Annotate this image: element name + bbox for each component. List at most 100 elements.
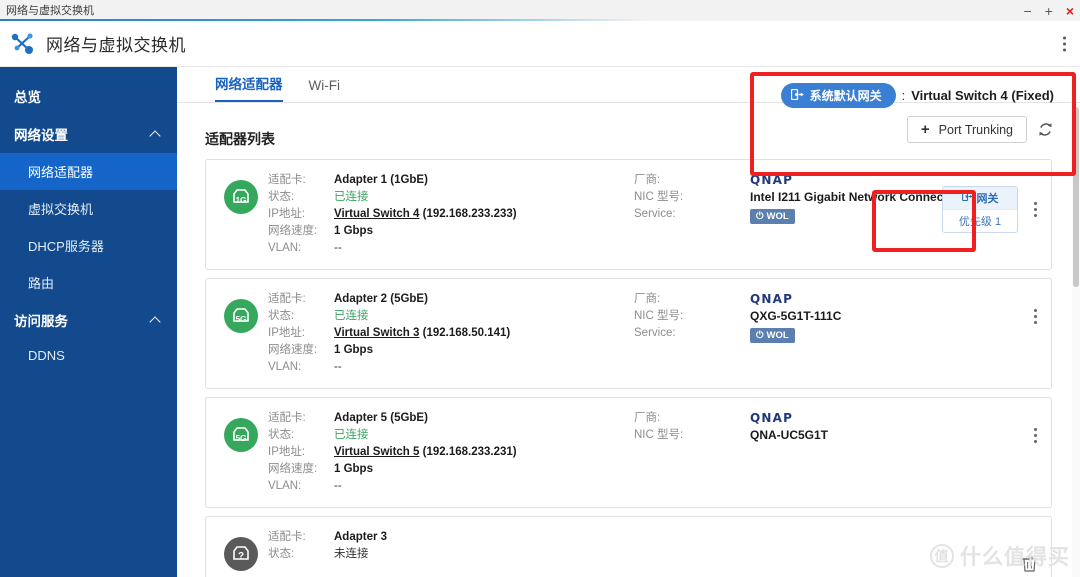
sidebar-group-access-services[interactable]: 访问服务 — [0, 301, 177, 339]
gateway-actions-row: + Port Trunking — [906, 116, 1054, 143]
value-vlan: -- — [334, 480, 342, 492]
nic-model-value: QXG-5G1T-111C — [750, 309, 842, 323]
virtual-switch-link[interactable]: Virtual Switch 4 — [334, 208, 419, 220]
sidebar-group-network-settings[interactable]: 网络设置 — [0, 115, 177, 153]
default-gateway-row: 系统默认网关 : Virtual Switch 4 (Fixed) — [780, 83, 1054, 108]
sidebar-item-network-adapter[interactable]: 网络适配器 — [0, 153, 177, 190]
qnap-logo: QNAP — [750, 292, 794, 306]
label-adapter: 适配卡: — [268, 174, 306, 186]
chevron-up-icon — [151, 129, 161, 139]
vendor-block: QNAP Intel I211 Gigabit Network Connecti… — [750, 172, 965, 257]
sidebar-item-routing[interactable]: 路由 — [0, 264, 177, 301]
adapter-fields: 适配卡: 状态: IP地址: 网络速度: VLAN: Adapter 5 (5G… — [268, 410, 1041, 495]
vendor-block: QNAP QNA-UC5G1T — [750, 410, 828, 495]
sidebar-item-virtual-switch[interactable]: 虚拟交换机 — [0, 190, 177, 227]
wol-label: WOL — [766, 211, 789, 222]
wol-badge: ⏻ WOL — [750, 328, 795, 343]
label-vendor: 厂商: — [634, 293, 661, 305]
scrollbar-track[interactable] — [1072, 103, 1080, 577]
virtual-switch-link[interactable]: Virtual Switch 3 — [334, 327, 419, 339]
value-adapter: Adapter 1 (1GbE) — [334, 174, 428, 186]
value-adapter: Adapter 5 (5GbE) — [334, 412, 428, 424]
adapter-list: 1G 适配卡: 状态: IP地址: 网络速度: VLAN: Adapter 1 … — [177, 159, 1080, 577]
adapter-primary-values: Adapter 1 (1GbE) 已连接 Virtual Switch 4 (1… — [334, 172, 634, 257]
kebab-menu-icon[interactable] — [1063, 36, 1066, 51]
gateway-icon — [790, 88, 804, 103]
label-ip: IP地址: — [268, 327, 306, 339]
system-default-gateway-button[interactable]: 系统默认网关 — [780, 83, 896, 108]
label-status: 状态: — [268, 191, 295, 203]
table-row[interactable]: 5G 适配卡: 状态: IP地址: 网络速度: VLAN: — [205, 278, 1052, 389]
gateway-priority-box[interactable]: 网关 优先级 1 — [942, 186, 1018, 233]
sidebar-item-ddns[interactable]: DDNS — [0, 339, 177, 372]
label-vendor: 厂商: — [634, 412, 661, 424]
tab-wifi[interactable]: Wi-Fi — [309, 78, 340, 102]
label-adapter: 适配卡: — [268, 293, 306, 305]
kebab-menu-icon[interactable] — [1030, 424, 1041, 447]
field-labels-secondary: 厂商: NIC 型号: — [634, 410, 683, 495]
system-default-gateway-label: 系统默认网关 — [809, 89, 882, 103]
field-labels: 适配卡: 状态: — [268, 529, 306, 563]
kebab-menu-icon[interactable] — [1030, 305, 1041, 328]
label-speed: 网络速度: — [268, 225, 318, 237]
port-trunking-button[interactable]: + Port Trunking — [906, 116, 1027, 143]
table-row[interactable]: 5G 适配卡: 状态: IP地址: 网络速度: VLAN: — [205, 397, 1052, 508]
sidebar-item-overview[interactable]: 总览 — [0, 77, 177, 115]
adapter-secondary-labels: 厂商: NIC 型号: Service: — [634, 172, 744, 257]
table-row[interactable]: ? 适配卡: 状态: Adapter 3 未连接 — [205, 516, 1052, 577]
adapter-primary-values: Adapter 2 (5GbE) 已连接 Virtual Switch 3 (1… — [334, 291, 634, 376]
sidebar: 总览 网络设置 网络适配器 虚拟交换机 DHCP服务器 路由 访问服务 DDNS — [0, 67, 177, 577]
page-title: 网络与虚拟交换机 — [46, 36, 186, 55]
card-actions — [1030, 424, 1041, 447]
badge-speed-label: 1G — [235, 195, 247, 205]
maximize-button[interactable]: + — [1045, 4, 1053, 18]
table-row[interactable]: 1G 适配卡: 状态: IP地址: 网络速度: VLAN: Adapter 1 … — [205, 159, 1052, 270]
power-icon: ⏻ — [756, 330, 764, 341]
close-button[interactable]: × — [1066, 4, 1074, 18]
label-service: Service: — [634, 208, 676, 220]
chevron-up-icon — [151, 315, 161, 325]
app-shell: 总览 网络设置 网络适配器 虚拟交换机 DHCP服务器 路由 访问服务 DDNS… — [0, 67, 1080, 577]
label-adapter: 适配卡: — [268, 531, 306, 543]
gateway-priority-label: 优先级 1 — [943, 209, 1017, 232]
nic-model-value: QNA-UC5G1T — [750, 428, 829, 442]
value-ip-address: (192.168.233.231) — [422, 446, 517, 458]
scrollbar-thumb[interactable] — [1073, 107, 1079, 287]
sidebar-label-virtual-switch: 虚拟交换机 — [28, 202, 94, 217]
refresh-icon[interactable] — [1037, 121, 1054, 138]
app-header: 网络与虚拟交换机 — [0, 21, 1080, 67]
value-adapter: Adapter 3 — [334, 531, 388, 543]
ethernet-port-icon: 1G — [224, 180, 258, 214]
gateway-box-header: 网关 — [943, 187, 1017, 209]
minimize-button[interactable]: − — [1023, 4, 1031, 18]
label-status: 状态: — [268, 548, 295, 560]
sidebar-label-overview: 总览 — [14, 90, 41, 105]
label-status: 状态: — [268, 429, 295, 441]
trash-icon[interactable] — [1018, 551, 1041, 577]
label-status: 状态: — [268, 310, 295, 322]
label-nic-model: NIC 型号: — [634, 310, 684, 322]
wol-label: WOL — [766, 330, 789, 341]
tab-network-adapter[interactable]: 网络适配器 — [215, 73, 283, 102]
os-window-title: 网络与虚拟交换机 — [6, 5, 94, 17]
adapter-fields: 适配卡: 状态: IP地址: 网络速度: VLAN: Adapter 1 (1G… — [268, 172, 1041, 257]
sidebar-item-dhcp-server[interactable]: DHCP服务器 — [0, 227, 177, 264]
label-ip: IP地址: — [268, 446, 306, 458]
virtual-switch-link[interactable]: Virtual Switch 5 — [334, 446, 419, 458]
network-nodes-icon — [0, 31, 46, 57]
kebab-menu-icon[interactable] — [1030, 198, 1041, 221]
status-badge: 已连接 — [334, 191, 369, 203]
label-vendor: 厂商: — [634, 174, 661, 186]
badge-unknown-label: ? — [238, 550, 244, 562]
label-ip: IP地址: — [268, 208, 306, 220]
value-ip-address: (192.168.50.141) — [422, 327, 511, 339]
value-speed: 1 Gbps — [334, 463, 373, 475]
adapter-primary-values: Adapter 3 未连接 — [334, 529, 634, 563]
sidebar-label-network-settings: 网络设置 — [14, 128, 68, 143]
vendor-info: QNAP QXG-5G1T-111C ⏻ WOL — [744, 291, 1041, 376]
status-badge: 已连接 — [334, 429, 369, 441]
sidebar-label-network-adapter: 网络适配器 — [28, 165, 94, 180]
qnap-logo: QNAP — [750, 411, 794, 425]
sidebar-label-ddns: DDNS — [28, 348, 65, 363]
badge-speed-label: 5G — [235, 314, 247, 324]
